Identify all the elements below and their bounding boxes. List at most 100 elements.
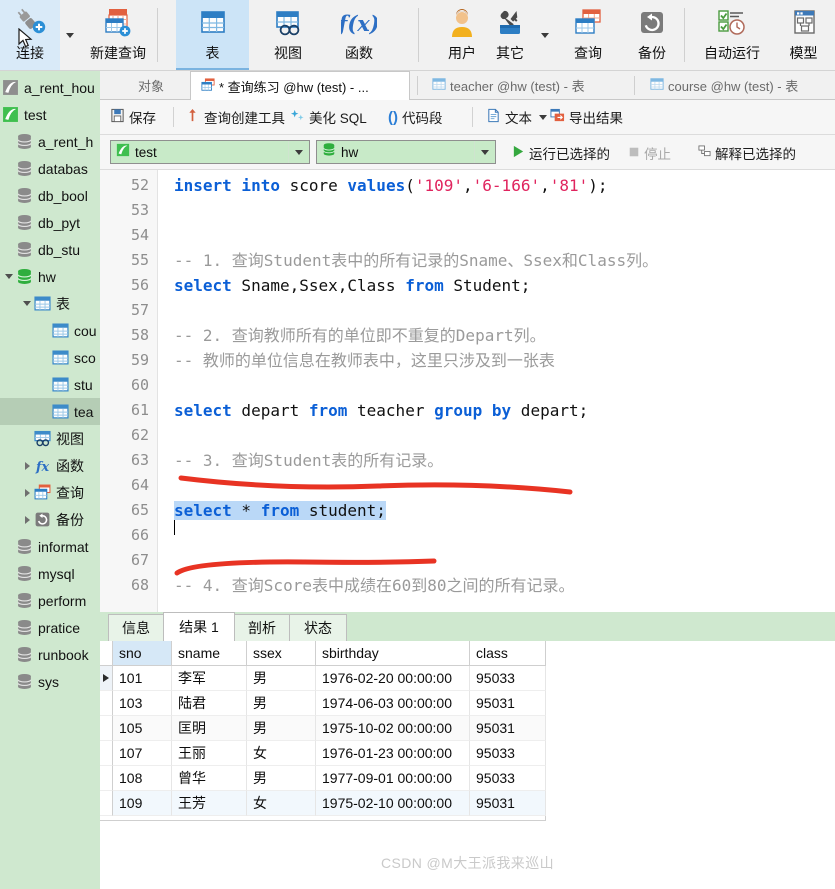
column-header-ssex[interactable]: ssex — [247, 641, 316, 666]
tree-item-[interactable]: 查询 — [0, 479, 100, 506]
beautify-sql-button[interactable]: 美化 SQL — [290, 100, 367, 134]
tree-item-stu[interactable]: stu — [0, 371, 100, 398]
result-grid[interactable]: sno sname ssex sbirthday class 101 李军男 1976-02-… — [100, 641, 546, 821]
tree-item-mysql[interactable]: mysql — [0, 560, 100, 587]
tree-item-informat[interactable]: informat — [0, 533, 100, 560]
twisty-collapsed-icon[interactable] — [20, 506, 34, 533]
row-marker[interactable] — [100, 716, 113, 741]
save-button[interactable]: 保存 — [110, 100, 156, 134]
export-result-button[interactable]: 导出结果 — [550, 100, 623, 134]
table-cell[interactable]: 男 — [247, 766, 316, 791]
table-cell[interactable]: 103 — [113, 691, 172, 716]
toolbar-button-other[interactable]: 其它 — [478, 0, 542, 70]
table-cell[interactable]: 女 — [247, 791, 316, 816]
table-cell[interactable]: 107 — [113, 741, 172, 766]
tree-item-a-rent-h[interactable]: a_rent_h — [0, 128, 100, 155]
text-dropdown-caret-icon[interactable] — [539, 114, 547, 120]
table-cell[interactable]: 李军 — [172, 666, 247, 691]
tree-item-a-rent-hou[interactable]: a_rent_hou — [0, 74, 100, 101]
result-tab-2[interactable]: 剖析 — [234, 614, 290, 641]
code-line[interactable]: select Sname,Ssex,Class from Student; — [174, 273, 530, 298]
twisty-expanded-icon[interactable] — [2, 263, 16, 290]
table-cell[interactable]: 男 — [247, 691, 316, 716]
row-marker[interactable] — [100, 691, 113, 716]
code-line[interactable]: select * from student; — [174, 498, 386, 523]
sql-editor[interactable]: 52 53 54 55 56 57 58 59 60 61 62 63 64 65 66 67 68 inser… — [100, 170, 835, 612]
connect-dropdown-caret-icon[interactable] — [66, 33, 74, 38]
code-line[interactable]: -- 教师的单位信息在教师表中，这里只涉及到一张表 — [174, 348, 555, 373]
table-cell[interactable]: 95031 — [470, 691, 546, 716]
tab-query-practice[interactable]: * 查询练习 @hw (test) - ... — [190, 71, 410, 101]
result-tab-3[interactable]: 状态 — [289, 614, 347, 641]
toolbar-button-new-query[interactable]: 新建查询 — [78, 0, 158, 70]
query-builder-button[interactable]: 查询创建工具 — [185, 100, 285, 134]
code-line[interactable]: -- 2. 查询教师所有的单位即不重复的Depart列。 — [174, 323, 546, 348]
explain-selected-button[interactable]: 解释已选择的 — [698, 143, 796, 163]
tree-item-db-pyt[interactable]: db_pyt — [0, 209, 100, 236]
table-cell[interactable]: 95033 — [470, 766, 546, 791]
column-header-sname[interactable]: sname — [172, 641, 247, 666]
tab-course-table[interactable]: course @hw (test) - 表 — [640, 71, 835, 100]
database-dropdown-arrow-icon[interactable] — [474, 141, 495, 163]
result-tab-1[interactable]: 结果 1 — [163, 612, 235, 641]
table-cell[interactable]: 101 — [113, 666, 172, 691]
twisty-expanded-icon[interactable] — [20, 290, 34, 317]
text-button[interactable]: 文本 — [486, 100, 547, 134]
code-line[interactable]: -- 4. 查询Score表中成绩在60到80之间的所有记录。 — [174, 573, 575, 598]
tree-item-sco[interactable]: sco — [0, 344, 100, 371]
tree-item-databas[interactable]: databas — [0, 155, 100, 182]
table-cell[interactable]: 1977-09-01 00:00:00 — [316, 766, 470, 791]
tree-item-runbook[interactable]: runbook — [0, 641, 100, 668]
connection-dropdown-arrow-icon[interactable] — [288, 141, 309, 163]
table-cell[interactable]: 1975-10-02 00:00:00 — [316, 716, 470, 741]
table-cell[interactable]: 1976-02-20 00:00:00 — [316, 666, 470, 691]
toolbar-button-automation[interactable]: 自动运行 — [692, 0, 772, 70]
result-tab-0[interactable]: 信息 — [108, 614, 164, 641]
table-cell[interactable]: 1974-06-03 00:00:00 — [316, 691, 470, 716]
table-cell[interactable]: 95033 — [470, 666, 546, 691]
table-cell[interactable]: 男 — [247, 716, 316, 741]
table-cell[interactable]: 陆君 — [172, 691, 247, 716]
table-cell[interactable]: 男 — [247, 666, 316, 691]
toolbar-button-table[interactable]: 表 — [176, 0, 249, 70]
twisty-collapsed-icon[interactable] — [20, 452, 34, 479]
toolbar-button-view[interactable]: 视图 — [256, 0, 320, 70]
toolbar-button-function[interactable]: f(x) 函数 — [327, 0, 391, 70]
table-cell[interactable]: 109 — [113, 791, 172, 816]
row-marker[interactable] — [100, 766, 113, 791]
code-line[interactable]: -- 3. 查询Student表的所有记录。 — [174, 448, 443, 473]
table-cell[interactable]: 95033 — [470, 741, 546, 766]
tree-item-pratice[interactable]: pratice — [0, 614, 100, 641]
tree-item-[interactable]: 备份 — [0, 506, 100, 533]
table-cell[interactable]: 女 — [247, 741, 316, 766]
toolbar-button-backup[interactable]: 备份 — [620, 0, 684, 70]
tree-item-tea[interactable]: tea — [0, 398, 100, 425]
code-line[interactable]: insert into score values('109','6-166','… — [174, 173, 608, 198]
column-header-sno[interactable]: sno — [113, 641, 172, 666]
column-header-sbirthday[interactable]: sbirthday — [316, 641, 470, 666]
table-cell[interactable]: 1975-02-10 00:00:00 — [316, 791, 470, 816]
tree-item-[interactable]: 视图 — [0, 425, 100, 452]
code-snippet-button[interactable]: () 代码段 — [388, 100, 443, 134]
code-line[interactable]: -- 1. 查询Student表中的所有记录的Sname、Ssex和Class列… — [174, 248, 658, 273]
table-cell[interactable]: 匡明 — [172, 716, 247, 741]
tree-item-[interactable]: fx 函数 — [0, 452, 100, 479]
connection-select[interactable]: test — [110, 140, 310, 164]
toolbar-button-model[interactable]: 模型 — [772, 0, 835, 70]
twisty-collapsed-icon[interactable] — [20, 479, 34, 506]
tree-item-db-bool[interactable]: db_bool — [0, 182, 100, 209]
other-dropdown-caret-icon[interactable] — [541, 33, 549, 38]
tree-item-test[interactable]: test — [0, 101, 100, 128]
tree-item-sys[interactable]: sys — [0, 668, 100, 695]
table-cell[interactable]: 1976-01-23 00:00:00 — [316, 741, 470, 766]
tree-item-db-stu[interactable]: db_stu — [0, 236, 100, 263]
table-cell[interactable]: 曾华 — [172, 766, 247, 791]
table-cell[interactable]: 108 — [113, 766, 172, 791]
toolbar-button-query[interactable]: 查询 — [556, 0, 620, 70]
row-marker[interactable] — [100, 791, 113, 816]
table-cell[interactable]: 95031 — [470, 791, 546, 816]
database-select[interactable]: hw — [316, 140, 496, 164]
run-selected-button[interactable]: 运行已选择的 — [512, 143, 610, 163]
object-tree-sidebar[interactable]: a_rent_hou test a_rent_h databas db_bool db_p… — [0, 71, 100, 889]
table-cell[interactable]: 王丽 — [172, 741, 247, 766]
